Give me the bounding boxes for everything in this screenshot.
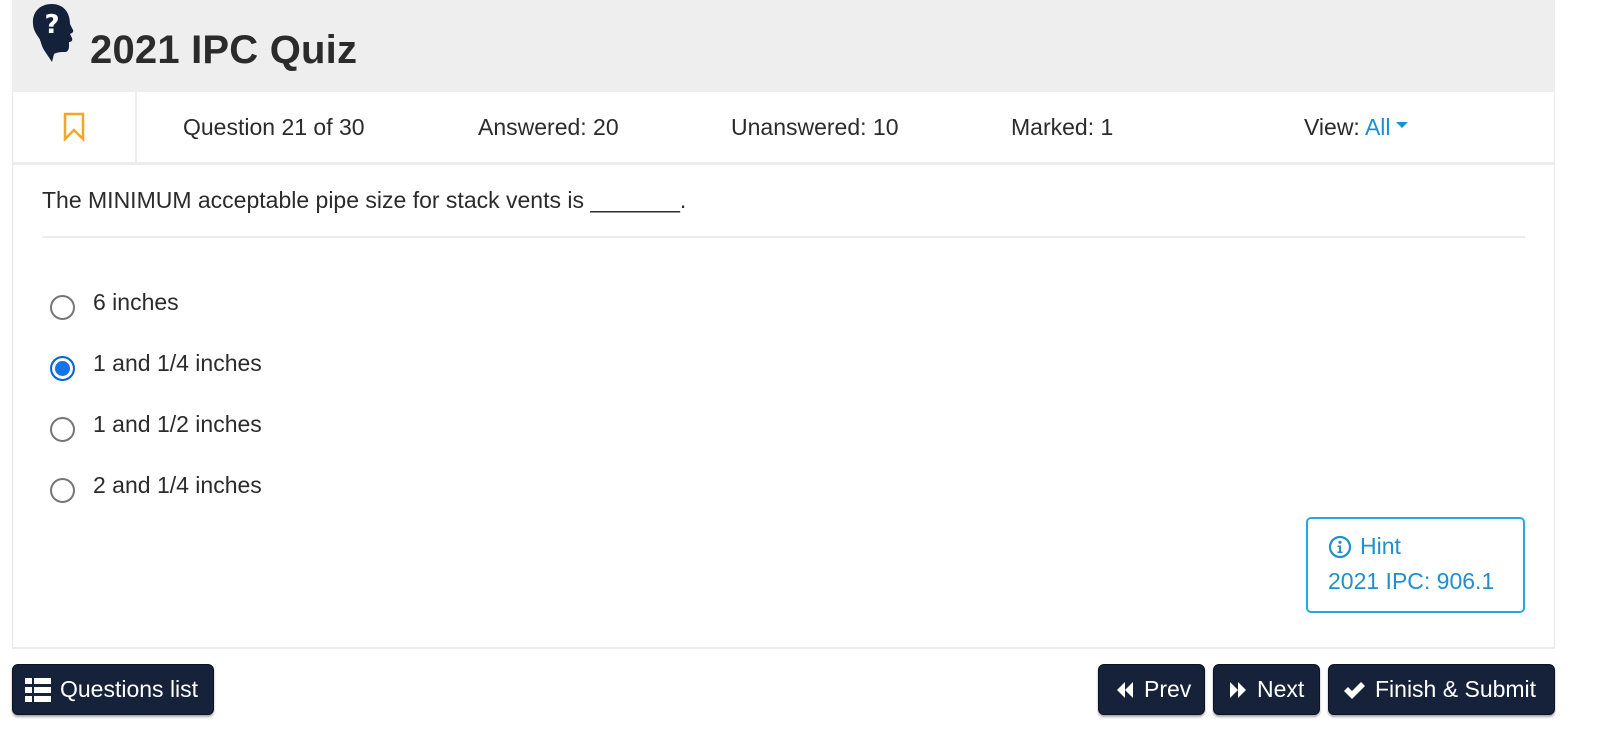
next-button[interactable]: Next — [1213, 664, 1320, 715]
hint-title: Hint — [1360, 533, 1401, 559]
answer-label: 6 inches — [93, 289, 179, 315]
hint-box[interactable]: Hint 2021 IPC: 906.1 — [1306, 517, 1525, 613]
answer-option[interactable]: 2 and 1/4 inches — [50, 468, 262, 503]
marked-count: Marked: 1 — [1011, 113, 1114, 140]
answer-label: 2 and 1/4 inches — [93, 472, 262, 498]
answer-option[interactable]: 1 and 1/2 inches — [50, 407, 262, 442]
finish-submit-button[interactable]: Finish & Submit — [1328, 664, 1555, 715]
answer-option[interactable]: 6 inches — [50, 285, 179, 320]
bookmark-icon — [63, 112, 85, 142]
svg-text:?: ? — [44, 10, 59, 40]
view-value: All — [1364, 113, 1391, 140]
answer-label: 1 and 1/2 inches — [93, 411, 262, 437]
unanswered-count: Unanswered: 10 — [731, 113, 899, 140]
next-label: Next — [1257, 676, 1305, 702]
view-filter-dropdown[interactable]: View: All — [1304, 114, 1408, 141]
forward-icon — [1228, 681, 1248, 699]
question-text: The MINIMUM acceptable pipe size for sta… — [42, 187, 687, 213]
list-icon — [25, 677, 51, 702]
questions-list-label: Questions list — [60, 676, 199, 702]
caret-down-icon — [1395, 122, 1408, 129]
quiz-page: ? 2021 IPC Quiz Question 21 of 30 Answer… — [12, 0, 1555, 649]
answer-label: 1 and 1/4 inches — [93, 350, 262, 376]
quiz-header: ? 2021 IPC Quiz — [12, 0, 1555, 92]
prev-label: Prev — [1144, 676, 1192, 702]
questions-list-button[interactable]: Questions list — [12, 664, 214, 715]
hint-text: 2021 IPC: 906.1 — [1328, 568, 1495, 594]
finish-submit-label: Finish & Submit — [1375, 676, 1537, 702]
divider — [42, 236, 1525, 238]
head-question-icon: ? — [32, 4, 74, 62]
mark-question-button[interactable] — [13, 92, 137, 162]
question-panel: The MINIMUM acceptable pipe size for sta… — [12, 165, 1555, 649]
answered-count: Answered: 20 — [478, 113, 619, 140]
check-icon — [1342, 680, 1366, 700]
page-title: 2021 IPC Quiz — [90, 27, 358, 72]
answer-radio[interactable] — [50, 478, 75, 503]
answer-radio[interactable] — [50, 417, 75, 442]
view-label: View: — [1304, 113, 1360, 140]
answer-radio-selected[interactable] — [50, 356, 75, 381]
answer-option[interactable]: 1 and 1/4 inches — [50, 346, 262, 381]
quiz-status-bar: Question 21 of 30 Answered: 20 Unanswere… — [12, 92, 1555, 165]
info-circle-icon — [1328, 535, 1352, 558]
answer-radio[interactable] — [50, 295, 75, 320]
question-counter: Question 21 of 30 — [183, 113, 365, 140]
prev-button[interactable]: Prev — [1098, 664, 1205, 715]
backward-icon — [1115, 681, 1135, 699]
